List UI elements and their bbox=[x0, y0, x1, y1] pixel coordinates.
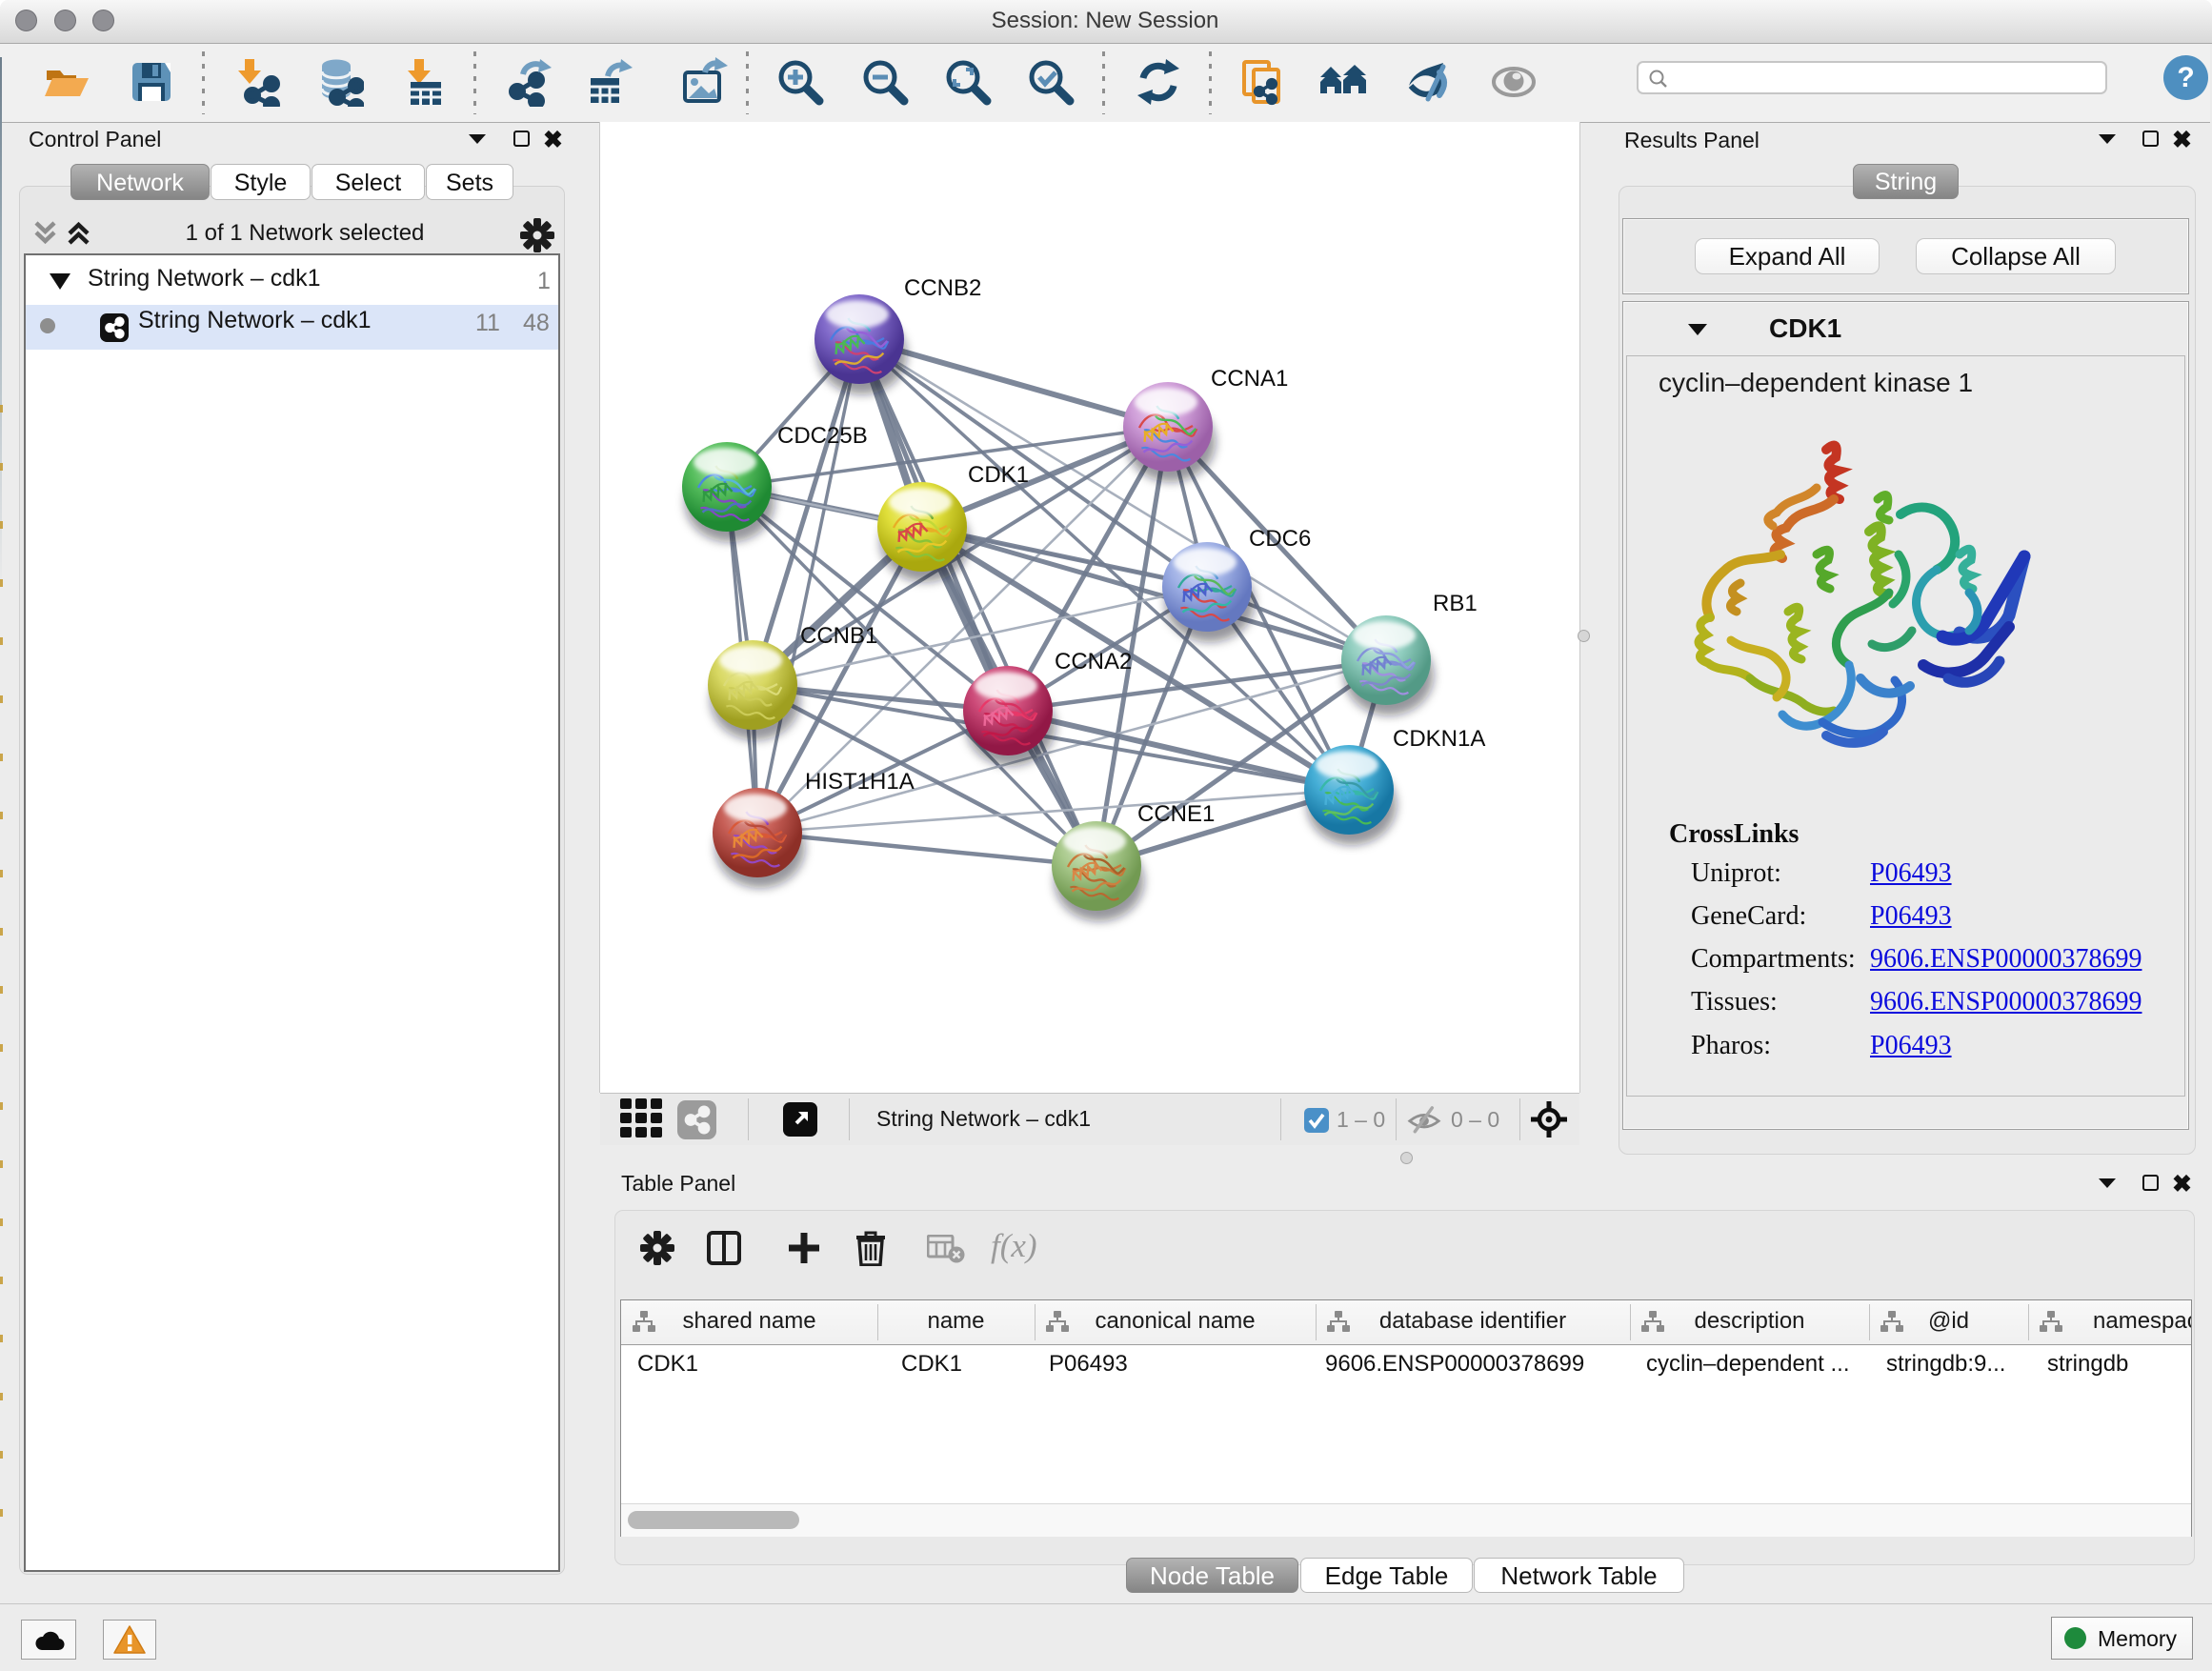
svg-text:CDKN1A: CDKN1A bbox=[1393, 726, 1485, 752]
svg-text:CCNA1: CCNA1 bbox=[1211, 366, 1288, 392]
svg-text:CDK1: CDK1 bbox=[968, 462, 1029, 488]
svg-text:RB1: RB1 bbox=[1433, 591, 1478, 616]
svg-text:CCNA2: CCNA2 bbox=[1055, 649, 1132, 674]
svg-text:CCNB1: CCNB1 bbox=[800, 623, 877, 649]
svg-text:CCNE1: CCNE1 bbox=[1137, 801, 1215, 827]
svg-text:CDC6: CDC6 bbox=[1249, 526, 1311, 552]
svg-text:CCNB2: CCNB2 bbox=[904, 275, 981, 301]
svg-text:HIST1H1A: HIST1H1A bbox=[805, 769, 915, 795]
svg-text:CDC25B: CDC25B bbox=[777, 423, 868, 449]
